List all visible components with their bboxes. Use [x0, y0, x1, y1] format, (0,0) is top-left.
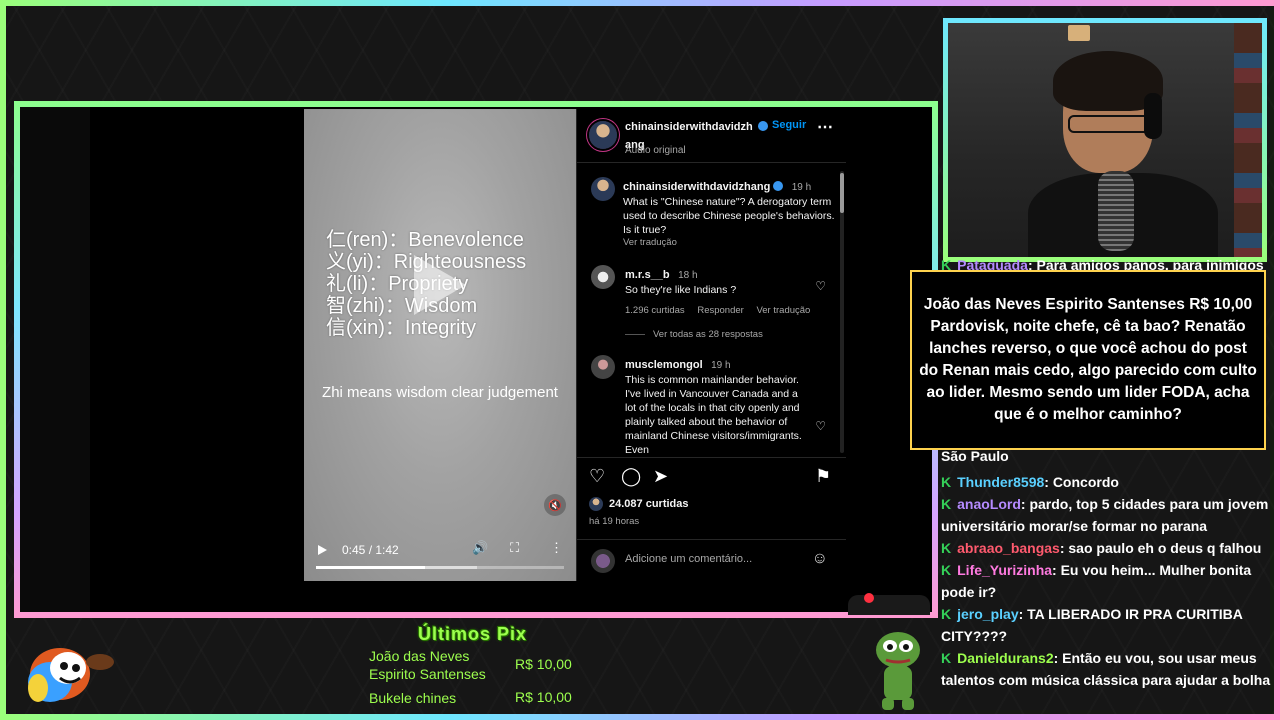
chat-message: Kabraao_bangas: sao paulo eh o deus q fa…: [936, 537, 1272, 559]
chat-message: K Life_Yurizinha: Eu vou heim... Mulher b…: [936, 559, 1272, 603]
chat-username[interactable]: jero_play: [957, 606, 1018, 622]
post-date: há 19 horas: [589, 516, 640, 527]
reel-video[interactable]: 仁(ren)：Benevolence 义(yi)：Righteousness 礼…: [304, 109, 576, 581]
likes-count[interactable]: 24.087 curtidas: [609, 498, 689, 510]
notification-badge: [864, 593, 874, 603]
comment-text: So they're like Indians ?: [625, 284, 737, 296]
donation-alert: João das Neves Espirito Santenses R$ 10,…: [910, 270, 1266, 450]
like-comment-icon[interactable]: ♡: [815, 279, 826, 293]
mute-icon[interactable]: 🔇: [544, 494, 566, 516]
chat-platform-icon: K: [941, 650, 952, 666]
verified-icon: [758, 121, 768, 131]
view-replies-link[interactable]: Ver todas as 28 respostas: [653, 329, 763, 340]
caption-avatar[interactable]: [591, 177, 615, 201]
pix-amount: R$ 10,00: [515, 656, 572, 672]
comments-scrollbar[interactable]: [840, 171, 844, 453]
side-strip: [20, 107, 90, 612]
chat-platform-icon: K: [941, 474, 952, 490]
share-icon[interactable]: ➤: [653, 466, 668, 487]
chat-message: KanaoLord: pardo, top 5 cidades para um …: [936, 493, 1272, 537]
liker-avatar: [589, 497, 603, 511]
pix-donor: João das Neves Espirito Santenses: [369, 648, 486, 682]
comment-time: 18 h: [678, 270, 698, 281]
notification-tab[interactable]: [848, 593, 930, 615]
chat-platform-icon: K: [941, 606, 952, 622]
caption-time: 19 h: [791, 182, 812, 193]
microphone: [1098, 171, 1134, 251]
translate-link[interactable]: Ver tradução: [756, 305, 810, 316]
chat-username[interactable]: Thunder8598: [957, 474, 1044, 490]
chat-platform-icon: K: [941, 540, 952, 556]
virtue-line: 仁(ren)：Benevolence: [326, 229, 524, 251]
comment-likes[interactable]: 1.296 curtidas: [625, 305, 685, 316]
webcam-feed: [943, 18, 1267, 262]
video-time: 0:45 / 1:42: [342, 543, 399, 557]
pix-amount: R$ 10,00: [515, 689, 572, 705]
chat-text: : Concordo: [1044, 474, 1119, 490]
video-controls: 0:45 / 1:42 🔊 ⛶ ⋮: [304, 521, 576, 581]
comment-username[interactable]: musclemongol: [625, 359, 703, 371]
glasses: [1068, 115, 1150, 133]
commenter-avatar[interactable]: [591, 265, 615, 289]
comments-panel: chinainsiderwithdavidzh ang Seguir ⋯ Áud…: [576, 109, 846, 581]
author-avatar[interactable]: [589, 121, 617, 149]
caption-username[interactable]: chinainsiderwithdavidzhang: [623, 181, 770, 193]
play-icon[interactable]: [318, 545, 327, 555]
chat-message-list: K Thunder8598: Concordo KanaoLord: pardo,…: [936, 471, 1272, 691]
heart-icon[interactable]: ♡: [589, 466, 605, 487]
caption-text: What is "Chinese nature"? A derogatory t…: [623, 196, 835, 236]
chat-message: K Thunder8598: Concordo: [936, 471, 1272, 493]
verified-icon: [773, 181, 784, 191]
pepe-frog-emote: [876, 632, 920, 710]
reply-button[interactable]: Responder: [697, 305, 743, 316]
replies-divider: [625, 334, 645, 335]
chat-platform-icon: K: [941, 496, 952, 512]
pix-title: Últimos Pix: [418, 624, 528, 644]
comment-time: 19 h: [711, 360, 731, 371]
donation-alert-text: João das Neves Espirito Santenses R$ 10,…: [919, 296, 1257, 423]
comment-icon[interactable]: ◯: [621, 466, 641, 487]
like-comment-icon[interactable]: ♡: [815, 419, 826, 433]
volume-icon[interactable]: 🔊: [472, 540, 488, 556]
chat-username[interactable]: anaoLord: [957, 496, 1021, 512]
pix-donor: Bukele chines: [369, 690, 457, 706]
play-overlay-icon[interactable]: [414, 255, 466, 315]
comment-text: This is common mainlander behavior. I've…: [625, 374, 802, 455]
virtue-line: 信(xin)：Integrity: [326, 317, 477, 339]
follow-button[interactable]: Seguir: [772, 119, 806, 131]
chat-username[interactable]: Danieldurans2: [957, 650, 1053, 666]
current-user-avatar: [591, 549, 615, 573]
video-subtitle: Zhi means wisdom clear judgement: [322, 384, 558, 401]
chat-username[interactable]: Life_Yurizinha: [957, 562, 1052, 578]
chat-platform-icon: K: [941, 562, 952, 578]
chat-message: K Danieldurans2: Então eu vou, sou usar m…: [936, 647, 1272, 691]
post-header: chinainsiderwithdavidzh ang Seguir ⋯ Áud…: [577, 109, 846, 163]
bookshelf: [1234, 23, 1262, 257]
translate-link[interactable]: Ver tradução: [623, 237, 835, 248]
fullscreen-icon[interactable]: ⛶: [510, 540, 519, 556]
emoji-icon[interactable]: ☺: [812, 550, 828, 568]
bookmark-icon[interactable]: ⚑: [815, 466, 831, 487]
progress-fill: [316, 566, 426, 569]
chat-text: : sao paulo eh o deus q falhou: [1059, 540, 1262, 556]
mascot-character: [28, 648, 114, 702]
wall-decoration: [1068, 25, 1090, 41]
chat-username[interactable]: abraao_bangas: [957, 540, 1060, 556]
chat-message: Kjero_play: TA LIBERADO IR PRA CURITIBA …: [936, 603, 1272, 647]
comment-input[interactable]: Adicione um comentário...: [625, 553, 752, 565]
video-progress-bar[interactable]: [316, 566, 564, 569]
original-audio[interactable]: Áudio original: [625, 145, 686, 156]
screen-capture: 仁(ren)：Benevolence 义(yi)：Righteousness 礼…: [14, 101, 938, 618]
more-horizontal-icon[interactable]: ⋯: [817, 117, 833, 137]
add-comment-bar: Adicione um comentário... ☺: [577, 539, 846, 581]
comment-username[interactable]: m.r.s__b: [625, 269, 670, 281]
commenter-avatar[interactable]: [591, 355, 615, 379]
headphones: [1144, 93, 1162, 139]
more-vertical-icon[interactable]: ⋮: [550, 540, 563, 556]
